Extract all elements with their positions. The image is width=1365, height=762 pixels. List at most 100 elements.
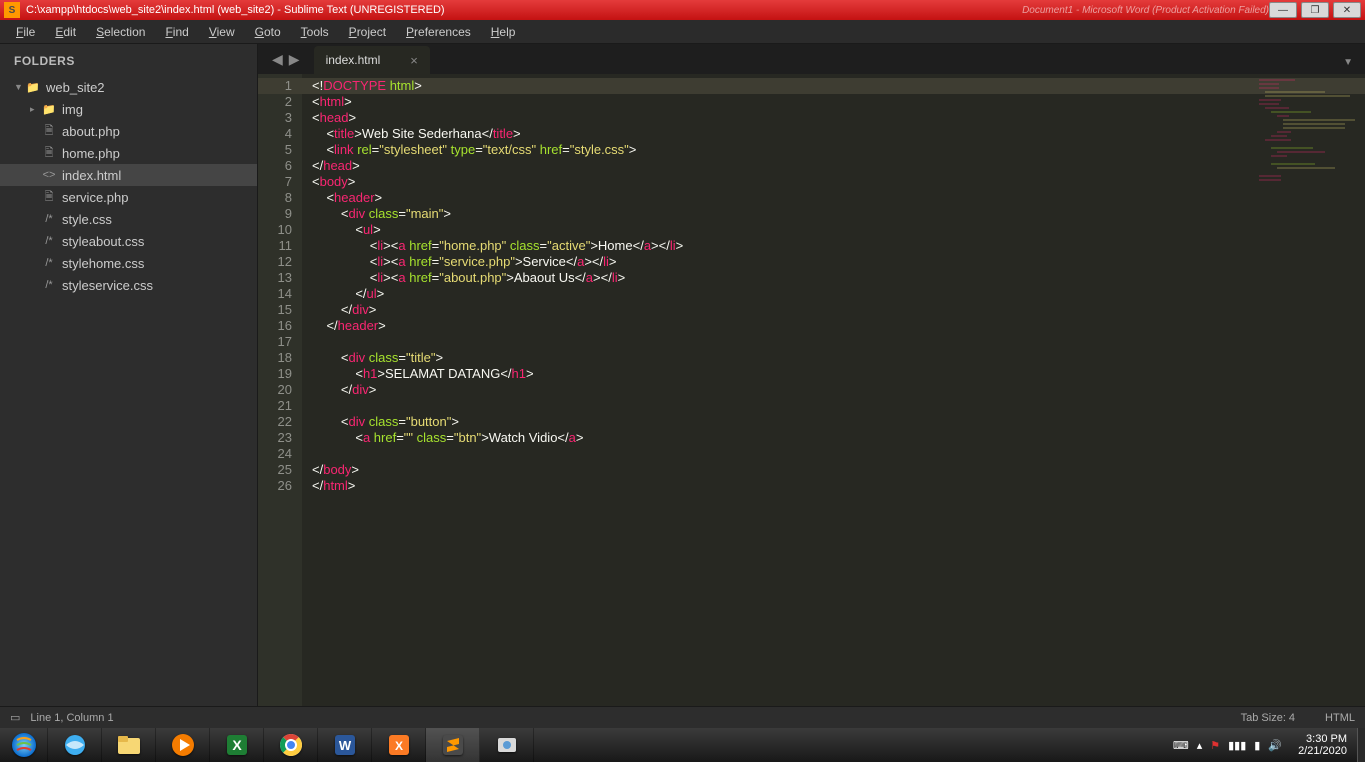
menu-find[interactable]: Find: [155, 22, 198, 42]
code-line[interactable]: </header>: [302, 318, 1365, 334]
code-line[interactable]: [302, 446, 1365, 462]
tray-volume-icon[interactable]: 🔊: [1268, 739, 1282, 752]
line-number: 22: [258, 414, 302, 430]
sidebar: FOLDERS ▼📁web_site2▸📁img🗎about.php🗎home.…: [0, 44, 258, 706]
code-line[interactable]: <h1>SELAMAT DATANG</h1>: [302, 366, 1365, 382]
line-number: 4: [258, 126, 302, 142]
code-line[interactable]: <div class="button">: [302, 414, 1365, 430]
code-line[interactable]: [302, 334, 1365, 350]
menu-view[interactable]: View: [199, 22, 245, 42]
taskbar-excel[interactable]: X: [210, 728, 264, 762]
tab-overflow-icon[interactable]: ▼: [1331, 57, 1365, 74]
taskbar-word[interactable]: W: [318, 728, 372, 762]
tab-prev-icon[interactable]: ◀: [272, 51, 283, 68]
windows-taskbar: X W X ⌨ ▴ ⚑ ▮▮▮ ▮ 🔊 3:30 PM 2/21/2020: [0, 728, 1365, 762]
taskbar-explorer[interactable]: [102, 728, 156, 762]
line-number: 26: [258, 478, 302, 494]
start-button[interactable]: [0, 728, 48, 762]
code-line[interactable]: <header>: [302, 190, 1365, 206]
code-line[interactable]: [302, 398, 1365, 414]
line-number: 9: [258, 206, 302, 222]
tray-network-icon[interactable]: ▮▮▮: [1228, 739, 1246, 752]
line-number: 8: [258, 190, 302, 206]
taskbar-sublime[interactable]: [426, 728, 480, 762]
taskbar-ie[interactable]: [48, 728, 102, 762]
code-line[interactable]: <title>Web Site Sederhana</title>: [302, 126, 1365, 142]
code-line[interactable]: <a href="" class="btn">Watch Vidio</a>: [302, 430, 1365, 446]
menu-preferences[interactable]: Preferences: [396, 22, 481, 42]
line-number: 13: [258, 270, 302, 286]
status-syntax[interactable]: HTML: [1325, 712, 1355, 724]
folder-img[interactable]: ▸📁img: [0, 98, 257, 120]
line-number: 10: [258, 222, 302, 238]
code-line[interactable]: <link rel="stylesheet" type="text/css" h…: [302, 142, 1365, 158]
status-tabsize[interactable]: Tab Size: 4: [1241, 712, 1295, 724]
tab-bar: ◀ ▶ index.html × ▼: [258, 44, 1365, 74]
code-editor[interactable]: 1234567891011121314151617181920212223242…: [258, 74, 1365, 706]
menu-goto[interactable]: Goto: [245, 22, 291, 42]
code-line[interactable]: </body>: [302, 462, 1365, 478]
line-number: 18: [258, 350, 302, 366]
file-about-php[interactable]: 🗎about.php: [0, 120, 257, 142]
code-line[interactable]: <body>: [302, 174, 1365, 190]
code-line[interactable]: </head>: [302, 158, 1365, 174]
menu-file[interactable]: File: [6, 22, 45, 42]
line-number: 6: [258, 158, 302, 174]
svg-text:X: X: [394, 739, 402, 753]
code-line[interactable]: <li><a href="about.php">Abaout Us</a></l…: [302, 270, 1365, 286]
menu-selection[interactable]: Selection: [86, 22, 155, 42]
code-line[interactable]: <head>: [302, 110, 1365, 126]
minimap[interactable]: [1255, 76, 1365, 196]
code-line[interactable]: <div class="title">: [302, 350, 1365, 366]
line-number: 5: [258, 142, 302, 158]
code-line[interactable]: <ul>: [302, 222, 1365, 238]
tab-next-icon[interactable]: ▶: [289, 51, 300, 68]
maximize-button[interactable]: ❐: [1301, 2, 1329, 18]
line-number: 23: [258, 430, 302, 446]
code-line[interactable]: <div class="main">: [302, 206, 1365, 222]
code-line[interactable]: <li><a href="home.php" class="active">Ho…: [302, 238, 1365, 254]
menu-help[interactable]: Help: [481, 22, 526, 42]
file-home-php[interactable]: 🗎home.php: [0, 142, 257, 164]
code-line[interactable]: <li><a href="service.php">Service</a></l…: [302, 254, 1365, 270]
line-gutter: 1234567891011121314151617181920212223242…: [258, 74, 302, 706]
code-line[interactable]: </div>: [302, 382, 1365, 398]
tray-up-icon[interactable]: ▴: [1197, 739, 1203, 752]
code-line[interactable]: </div>: [302, 302, 1365, 318]
editor-pane: ◀ ▶ index.html × ▼ 123456789101112131415…: [258, 44, 1365, 706]
file-style-css[interactable]: /*style.css: [0, 208, 257, 230]
taskbar-wmplayer[interactable]: [156, 728, 210, 762]
menu-tools[interactable]: Tools: [291, 22, 339, 42]
taskbar-clock[interactable]: 3:30 PM 2/21/2020: [1288, 733, 1357, 757]
folder-web_site2[interactable]: ▼📁web_site2: [0, 76, 257, 98]
file-styleservice-css[interactable]: /*styleservice.css: [0, 274, 257, 296]
line-number: 16: [258, 318, 302, 334]
window-titlebar: S C:\xampp\htdocs\web_site2\index.html (…: [0, 0, 1365, 20]
line-number: 17: [258, 334, 302, 350]
taskbar-snipping[interactable]: [480, 728, 534, 762]
show-desktop-button[interactable]: [1357, 728, 1365, 762]
code-line[interactable]: </ul>: [302, 286, 1365, 302]
menu-project[interactable]: Project: [339, 22, 396, 42]
panel-switcher-icon[interactable]: ▭: [10, 711, 20, 724]
menu-edit[interactable]: Edit: [45, 22, 86, 42]
tray-keyboard-icon[interactable]: ⌨: [1173, 739, 1189, 752]
file-stylehome-css[interactable]: /*stylehome.css: [0, 252, 257, 274]
close-button[interactable]: ✕: [1333, 2, 1361, 18]
minimize-button[interactable]: —: [1269, 2, 1297, 18]
taskbar-xampp[interactable]: X: [372, 728, 426, 762]
line-number: 20: [258, 382, 302, 398]
tab-index-html[interactable]: index.html ×: [314, 46, 430, 74]
tab-nav-arrows: ◀ ▶: [264, 51, 308, 74]
file-index-html[interactable]: <>index.html: [0, 164, 257, 186]
taskbar-chrome[interactable]: [264, 728, 318, 762]
file-styleabout-css[interactable]: /*styleabout.css: [0, 230, 257, 252]
code-line[interactable]: </html>: [302, 478, 1365, 494]
tray-battery-icon[interactable]: ▮: [1254, 739, 1260, 752]
code-content[interactable]: <!DOCTYPE html><html><head> <title>Web S…: [302, 74, 1365, 706]
file-service-php[interactable]: 🗎service.php: [0, 186, 257, 208]
code-line[interactable]: <html>: [302, 94, 1365, 110]
code-line[interactable]: <!DOCTYPE html>: [302, 78, 1365, 94]
tab-close-icon[interactable]: ×: [410, 53, 418, 68]
tray-flag-icon[interactable]: ⚑: [1210, 739, 1220, 752]
